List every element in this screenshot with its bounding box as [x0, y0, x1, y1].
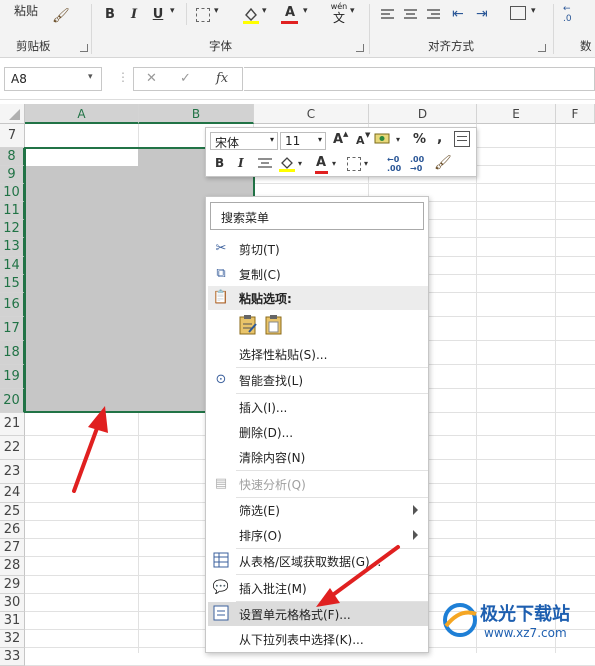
watermark-logo: 极光下载站 www.xz7.com — [440, 596, 595, 653]
annotation-arrows — [72, 406, 400, 607]
watermark-brand: 极光下载站 — [480, 604, 570, 625]
annotation-arrow-1 — [72, 406, 108, 493]
annotation-arrow-2 — [316, 545, 400, 607]
watermark-url: www.xz7.com — [484, 626, 567, 640]
watermark-emblem — [443, 603, 477, 637]
